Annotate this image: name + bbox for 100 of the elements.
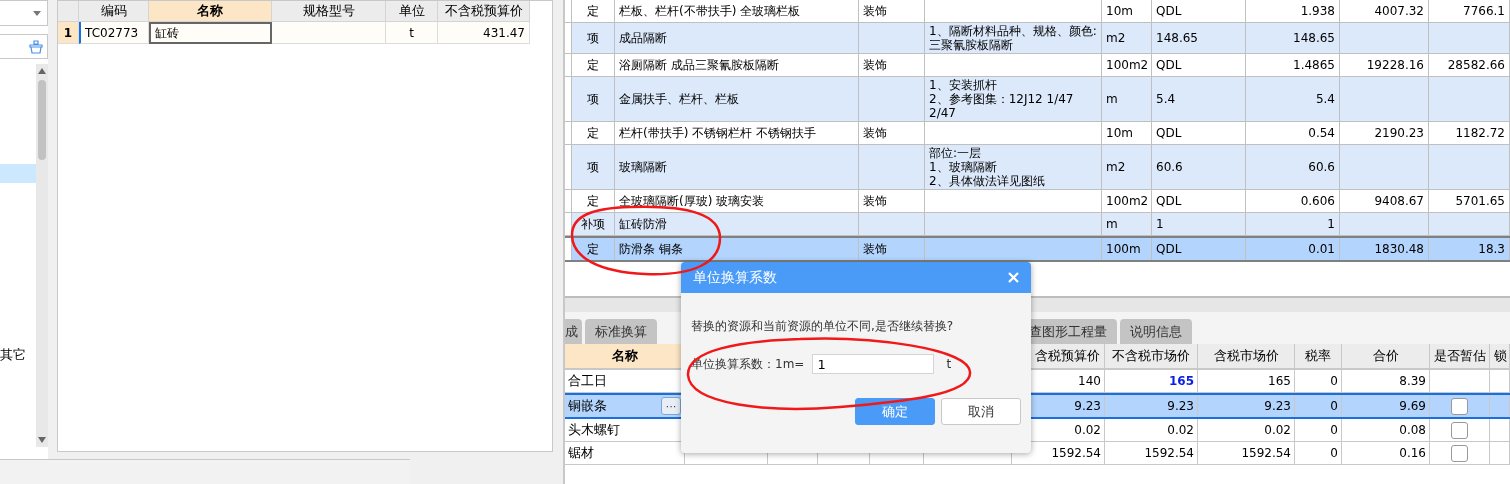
table-cell: 项 bbox=[572, 77, 615, 121]
table-cell: 10m bbox=[1102, 122, 1152, 144]
cancel-button[interactable]: 取消 bbox=[941, 398, 1021, 425]
table-row[interactable]: 定 栏杆(带扶手) 不锈钢栏杆 不锈钢扶手 装饰 10m QDL 0.54 2190.23 1182.72 bbox=[565, 122, 1510, 145]
table-cell: 玻璃隔断 bbox=[615, 145, 859, 189]
table-cell: 缸砖防滑 bbox=[615, 213, 859, 235]
table-cell: 7766.1 bbox=[1429, 0, 1510, 22]
column-header[interactable]: 单位 bbox=[386, 1, 438, 22]
row-handle[interactable] bbox=[565, 213, 572, 235]
table-row[interactable]: 补项 缸砖防滑 m 1 1 bbox=[565, 213, 1510, 236]
tab[interactable]: 说明信息 bbox=[1120, 319, 1192, 344]
table-cell: 431.47 bbox=[438, 22, 530, 44]
table-cell: 19228.16 bbox=[1340, 54, 1429, 76]
table-cell: 9408.67 bbox=[1340, 190, 1429, 212]
table-cell: 18.3 bbox=[1429, 238, 1510, 260]
table-cell: 8.39 bbox=[1342, 370, 1430, 392]
table-cell: 0.54 bbox=[1246, 122, 1340, 144]
table-cell: 9.23 bbox=[1198, 395, 1295, 417]
checkbox[interactable] bbox=[1451, 397, 1468, 415]
table-cell: m bbox=[1102, 213, 1152, 235]
dialog-title: 单位换算系数 bbox=[693, 268, 777, 287]
basket-icon[interactable] bbox=[29, 39, 43, 54]
table-cell-text: 锯材 bbox=[568, 444, 594, 462]
close-icon[interactable] bbox=[1008, 272, 1019, 283]
table-cell: 1592.54 bbox=[1198, 442, 1295, 464]
table-cell: 0.02 bbox=[1105, 419, 1198, 441]
table-cell: 0 bbox=[1295, 419, 1342, 441]
table-cell: 0 bbox=[1295, 442, 1342, 464]
table-row[interactable]: 项 玻璃隔断 部位:一层 1、玻璃隔断 2、具体做法详见图纸 m2 60.6 60.6 bbox=[565, 145, 1510, 190]
table-cell: 1.4865 bbox=[1246, 54, 1340, 76]
search-field[interactable] bbox=[0, 34, 48, 59]
picker-button[interactable]: ··· bbox=[661, 397, 681, 415]
table-row[interactable]: 项 金属扶手、栏杆、栏板 1、安装抓杆 2、参考图集：12J12 1/47 2/47 m 5.4 5.4 bbox=[565, 77, 1510, 122]
table-cell: 1 bbox=[1246, 213, 1340, 235]
table-cell: 5.4 bbox=[1152, 77, 1246, 121]
table-cell: 栏杆(带扶手) 不锈钢栏杆 不锈钢扶手 bbox=[615, 122, 859, 144]
row-handle[interactable] bbox=[565, 77, 572, 121]
row-handle[interactable] bbox=[565, 23, 572, 53]
column-header[interactable]: 含税市场价 bbox=[1198, 344, 1295, 369]
table-row[interactable]: 定 栏板、栏杆(不带扶手) 全玻璃栏板 装饰 10m QDL 1.938 4007.32 7766.1 bbox=[565, 0, 1510, 23]
column-header[interactable]: 规格型号 bbox=[272, 1, 386, 22]
unit-label: t bbox=[946, 357, 952, 371]
table-cell: 装饰 bbox=[859, 122, 925, 144]
list-item[interactable] bbox=[0, 164, 36, 183]
table-cell: 28582.66 bbox=[1429, 54, 1510, 76]
row-handle[interactable] bbox=[565, 238, 572, 260]
column-header[interactable]: 不含税预算价 bbox=[438, 1, 530, 22]
table-row[interactable]: 定 全玻璃隔断(厚玻) 玻璃安装 装饰 100m2 QDL 0.606 9408.67 5701.65 bbox=[565, 190, 1510, 213]
table-cell: 项 bbox=[572, 23, 615, 53]
list-item[interactable]: 其它 bbox=[0, 345, 36, 364]
table-cell: 项 bbox=[572, 145, 615, 189]
column-header[interactable]: 锁 bbox=[1490, 344, 1510, 369]
table-cell: 100m bbox=[1102, 238, 1152, 260]
table-cell[interactable]: 缸砖 bbox=[149, 22, 272, 44]
tab[interactable]: 标准换算 bbox=[585, 319, 657, 344]
down-arrow-icon[interactable] bbox=[38, 437, 46, 444]
table-cell: 0.08 bbox=[1342, 419, 1430, 441]
table-row[interactable]: 定 浴厕隔断 成品三聚氰胺板隔断 装饰 100m2 QDL 1.4865 19228.16 28582.66 bbox=[565, 54, 1510, 77]
tab[interactable]: 成 bbox=[565, 319, 582, 344]
table-cell: 0.01 bbox=[1246, 238, 1340, 260]
scroll-thumb[interactable] bbox=[38, 80, 46, 160]
table-cell: 装饰 bbox=[859, 238, 925, 260]
column-header[interactable]: 不含税市场价 bbox=[1105, 344, 1198, 369]
table-cell: QDL bbox=[1152, 190, 1246, 212]
dropdown-field[interactable] bbox=[0, 0, 48, 26]
table-cell: 165 bbox=[1105, 370, 1198, 392]
table-cell-text: 合工日 bbox=[568, 372, 607, 390]
table-cell: 定 bbox=[572, 190, 615, 212]
checkbox[interactable] bbox=[1451, 444, 1468, 462]
column-header[interactable]: 名称 bbox=[149, 1, 272, 22]
table-cell: 定 bbox=[572, 238, 615, 260]
table-cell: 0.16 bbox=[1342, 442, 1430, 464]
column-header[interactable]: 是否暂估 bbox=[1430, 344, 1490, 369]
scrollbar[interactable] bbox=[36, 64, 48, 448]
table-cell: 1830.48 bbox=[1340, 238, 1429, 260]
column-header[interactable]: 税率 bbox=[1295, 344, 1342, 369]
table-cell: 5.4 bbox=[1246, 77, 1340, 121]
table-cell: 9.23 bbox=[1105, 395, 1198, 417]
table-cell: 4007.32 bbox=[1340, 0, 1429, 22]
table-cell: QDL bbox=[1152, 54, 1246, 76]
input-field[interactable]: 1 bbox=[812, 354, 935, 374]
table-cell: 0.606 bbox=[1246, 190, 1340, 212]
row-handle[interactable] bbox=[565, 145, 572, 189]
dialog-message: 替换的资源和当前资源的单位不同,是否继续替换? bbox=[691, 318, 955, 335]
table-cell: 100m2 bbox=[1102, 190, 1152, 212]
table-cell: 定 bbox=[572, 122, 615, 144]
checkbox[interactable] bbox=[1451, 421, 1468, 439]
table-cell: 1、隔断材料品种、规格、颜色: 三聚氰胺板隔断 bbox=[925, 23, 1102, 53]
table-cell: 165 bbox=[1198, 370, 1295, 392]
table-cell: 成品隔断 bbox=[615, 23, 859, 53]
table-cell: 全玻璃隔断(厚玻) 玻璃安装 bbox=[615, 190, 859, 212]
column-header[interactable]: 合价 bbox=[1342, 344, 1430, 369]
table-cell: m2 bbox=[1102, 23, 1152, 53]
up-arrow-icon[interactable] bbox=[38, 68, 46, 74]
row-number: 1 bbox=[58, 22, 79, 44]
column-header[interactable]: 编码 bbox=[79, 1, 149, 22]
table-row[interactable]: 定 防滑条 铜条 装饰 100m QDL 0.01 1830.48 18.3 bbox=[565, 236, 1510, 262]
table-cell: 10m bbox=[1102, 0, 1152, 22]
table-cell: m bbox=[1102, 77, 1152, 121]
table-cell: 148.65 bbox=[1152, 23, 1246, 53]
